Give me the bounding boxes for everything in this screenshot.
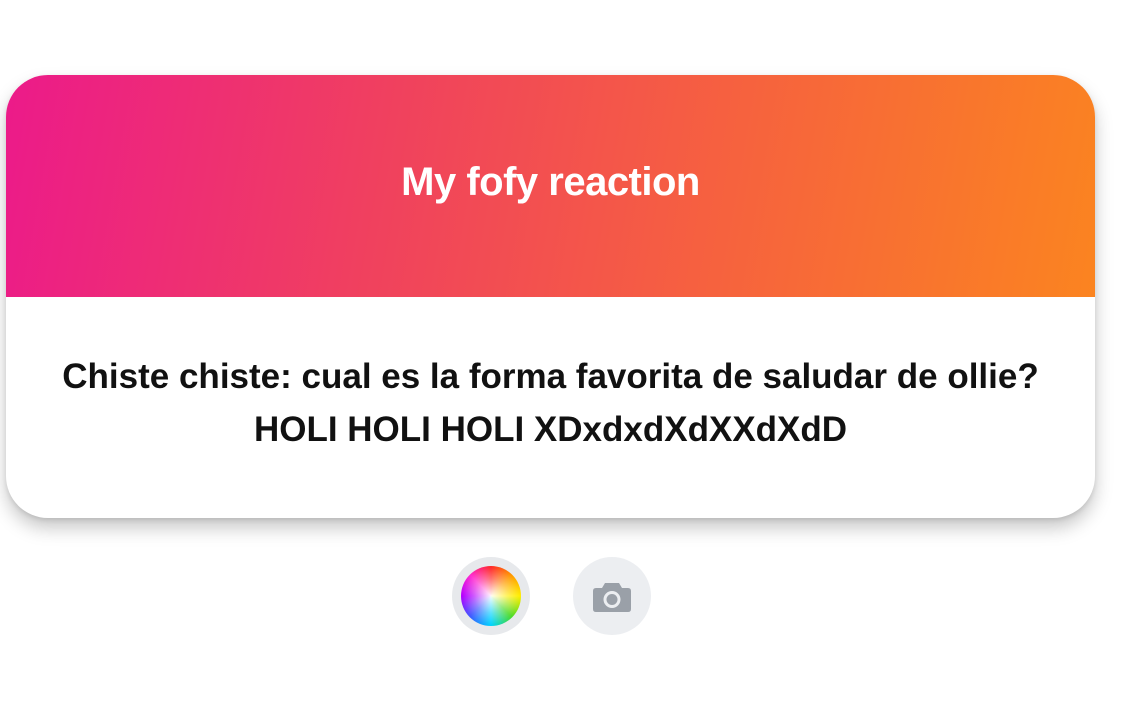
card-message: Chiste chiste: cual es la forma favorita… [62,356,1039,449]
color-wheel-icon [461,566,521,626]
color-picker-button[interactable] [452,557,530,635]
camera-button[interactable] [573,557,651,635]
camera-icon [593,583,631,612]
card-title: My fofy reaction [401,159,700,204]
card-header: My fofy reaction [6,75,1095,297]
card-body: Chiste chiste: cual es la forma favorita… [6,297,1095,518]
reaction-card: My fofy reaction Chiste chiste: cual es … [6,75,1095,518]
card-controls [0,557,1124,635]
